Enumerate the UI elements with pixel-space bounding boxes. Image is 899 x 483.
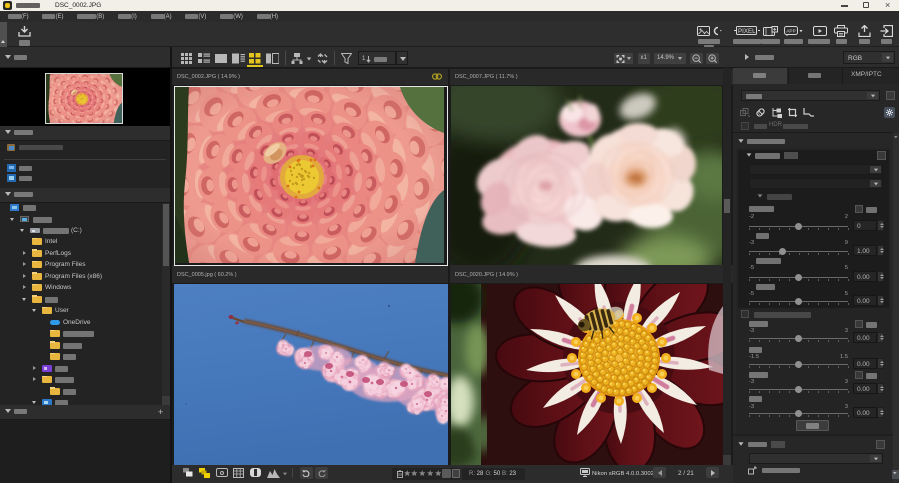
svg-text:PIXEL: PIXEL	[738, 28, 756, 35]
svg-text:APP: APP	[786, 29, 796, 35]
